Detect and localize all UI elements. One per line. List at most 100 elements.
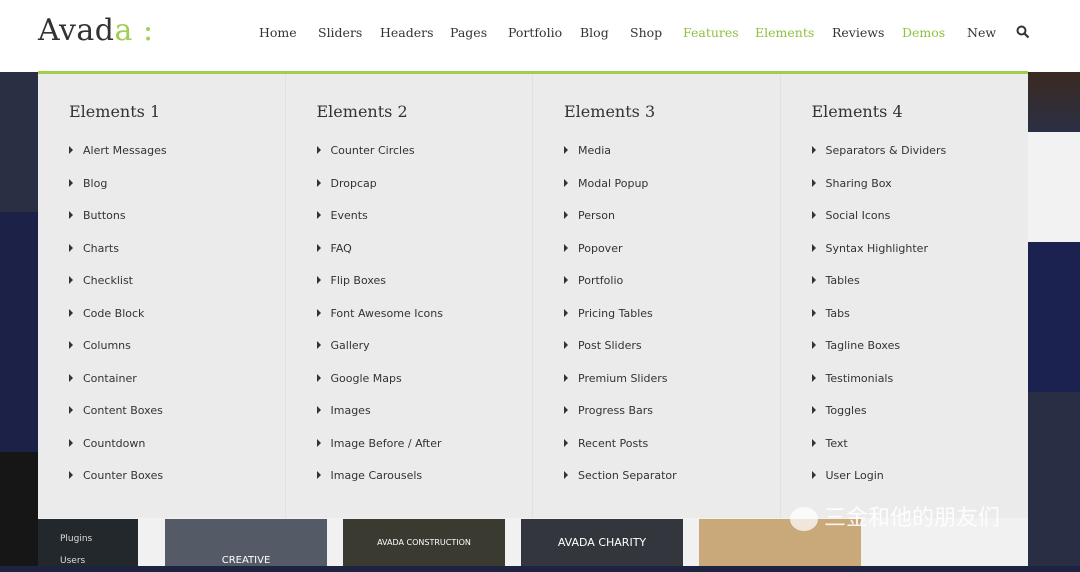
menu-item-label: Counter Circles — [330, 144, 415, 157]
menu-item[interactable]: Images — [316, 404, 533, 437]
menu-list: Media Modal Popup Person Popover Portfolio Pr… — [564, 144, 780, 502]
menu-item[interactable]: FAQ — [316, 242, 533, 275]
menu-item[interactable]: Gallery — [316, 339, 533, 372]
caret-right-icon — [811, 471, 816, 479]
caret-right-icon — [316, 471, 321, 479]
menu-item-label: Progress Bars — [578, 404, 653, 417]
nav-new[interactable]: New — [967, 25, 996, 40]
caret-right-icon — [564, 211, 568, 219]
thumb-charity[interactable]: AVADA CHARITY — [521, 519, 683, 566]
menu-item-label: Popover — [578, 241, 623, 255]
menu-item[interactable]: Person — [564, 209, 780, 242]
menu-item-label: Charts — [83, 241, 119, 255]
menu-item[interactable]: Syntax Highlighter — [811, 242, 1029, 275]
thumb-creative[interactable]: CREATIVE — [165, 519, 327, 566]
menu-item[interactable]: Premium Sliders — [564, 372, 780, 405]
menu-item[interactable]: Dropcap — [316, 177, 533, 210]
menu-column-title: Elements 4 — [811, 102, 903, 121]
menu-column-title: Elements 2 — [316, 102, 408, 121]
menu-item[interactable]: Flip Boxes — [316, 274, 533, 307]
nav-features[interactable]: Features — [683, 25, 739, 40]
menu-item[interactable]: User Login — [811, 469, 1029, 502]
nav-home[interactable]: Home — [259, 25, 297, 40]
nav-sliders[interactable]: Sliders — [318, 25, 362, 40]
menu-item-label: Code Block — [83, 306, 145, 320]
menu-item[interactable]: Sharing Box — [811, 177, 1029, 210]
menu-item[interactable]: Code Block — [69, 307, 285, 340]
menu-item[interactable]: Checklist — [69, 274, 285, 307]
caret-right-icon — [564, 471, 568, 479]
menu-item[interactable]: Google Maps — [316, 372, 533, 405]
caret-right-icon — [316, 438, 321, 447]
caret-right-icon — [69, 178, 73, 187]
menu-item[interactable]: Countdown — [69, 437, 285, 470]
caret-right-icon — [316, 276, 321, 284]
menu-item[interactable]: Social Icons — [811, 209, 1029, 242]
menu-item[interactable]: Content Boxes — [69, 404, 285, 437]
menu-item[interactable]: Post Sliders — [564, 339, 780, 372]
admin-plugins[interactable]: Plugins — [60, 528, 138, 550]
menu-item-label: Countdown — [83, 436, 146, 450]
menu-item[interactable]: Separators & Dividers — [811, 144, 1029, 177]
nav-demos[interactable]: Demos — [902, 25, 945, 40]
menu-item[interactable]: Progress Bars — [564, 404, 780, 437]
thumb-label: AVADA CONSTRUCTION — [377, 538, 471, 547]
menu-item[interactable]: Font Awesome Icons — [316, 307, 533, 340]
menu-item[interactable]: Media — [564, 144, 780, 177]
menu-item[interactable]: Image Before / After — [316, 436, 533, 470]
menu-item[interactable]: Portfolio — [564, 274, 780, 307]
thumb-construction[interactable]: AVADA CONSTRUCTION — [343, 519, 505, 566]
menu-item[interactable]: Pricing Tables — [564, 307, 780, 340]
menu-item[interactable]: Charts — [69, 242, 285, 275]
nav-blog[interactable]: Blog — [580, 25, 609, 40]
menu-item[interactable]: Alert Messages — [69, 144, 285, 177]
menu-item[interactable]: Tables — [811, 274, 1029, 307]
caret-right-icon — [69, 211, 73, 219]
nav-elements[interactable]: Elements — [755, 25, 814, 40]
background-left — [0, 72, 38, 566]
logo-colon: : — [142, 13, 154, 48]
caret-right-icon — [811, 438, 816, 447]
menu-item[interactable]: Text — [811, 436, 1029, 470]
menu-item-label: Image Before / After — [330, 436, 442, 450]
nav-portfolio[interactable]: Portfolio — [508, 25, 562, 40]
caret-right-icon — [811, 341, 816, 349]
nav-reviews[interactable]: Reviews — [832, 25, 884, 40]
menu-item[interactable]: Columns — [69, 339, 285, 372]
nav-pages[interactable]: Pages — [450, 25, 487, 40]
menu-item[interactable]: Testimonials — [811, 372, 1029, 405]
menu-item-label: Media — [578, 144, 612, 157]
menu-item-label: Gallery — [330, 339, 370, 352]
search-icon[interactable] — [1016, 25, 1030, 39]
caret-right-icon — [69, 438, 73, 447]
menu-item[interactable]: Blog — [69, 177, 285, 210]
menu-item[interactable]: Tabs — [811, 307, 1029, 340]
caret-right-icon — [564, 341, 568, 349]
menu-item-label: Blog — [83, 176, 108, 190]
menu-item[interactable]: Container — [69, 372, 285, 405]
menu-item[interactable]: Modal Popup — [564, 177, 780, 210]
admin-users[interactable]: Users — [60, 550, 138, 572]
menu-item[interactable]: Counter Boxes — [69, 469, 285, 502]
menu-item[interactable]: Popover — [564, 242, 780, 275]
menu-item[interactable]: Image Carousels — [316, 469, 533, 502]
menu-item[interactable]: Events — [316, 209, 533, 242]
menu-column-title: Elements 1 — [69, 102, 161, 121]
caret-right-icon — [69, 373, 73, 382]
menu-item-label: Text — [825, 436, 848, 450]
menu-item-label: User Login — [825, 469, 884, 482]
menu-item-label: Social Icons — [825, 209, 891, 222]
menu-item[interactable]: Recent Posts — [564, 437, 780, 470]
menu-column: Elements 2 Counter Circles Dropcap Events FA… — [286, 74, 533, 518]
menu-item[interactable]: Tagline Boxes — [811, 339, 1029, 372]
menu-column: Elements 1 Alert Messages Blog Buttons Chart… — [38, 74, 286, 518]
menu-item[interactable]: Section Separator — [564, 469, 780, 502]
nav-headers[interactable]: Headers — [380, 25, 434, 40]
menu-item[interactable]: Counter Circles — [316, 144, 533, 177]
menu-item-label: Content Boxes — [83, 404, 163, 417]
nav-shop[interactable]: Shop — [630, 25, 662, 40]
menu-item[interactable]: Buttons — [69, 209, 285, 242]
caret-right-icon — [316, 308, 321, 317]
logo[interactable]: Avada : — [38, 13, 154, 48]
menu-item[interactable]: Toggles — [811, 404, 1029, 437]
